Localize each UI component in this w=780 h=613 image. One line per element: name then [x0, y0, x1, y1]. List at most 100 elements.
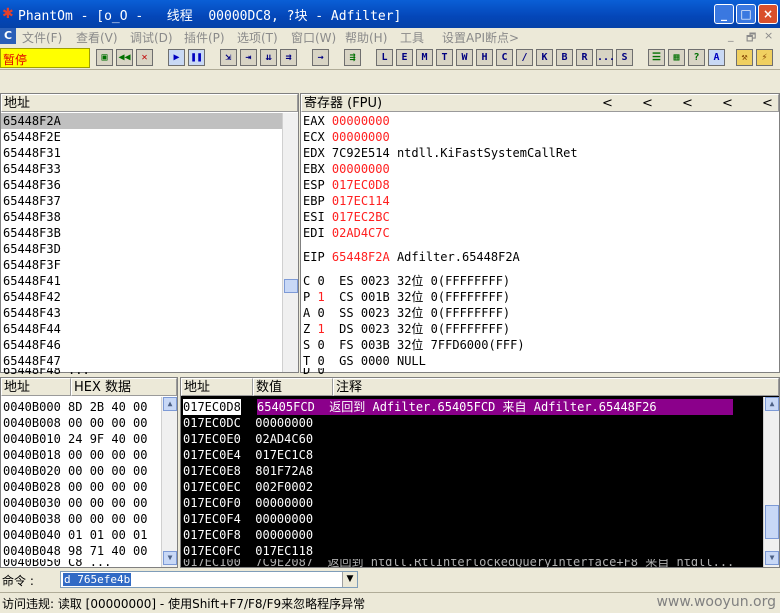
stack-row-selected-addr[interactable]: 017EC0D8 [183, 399, 241, 415]
stack-scrollbar[interactable]: ▲ ▼ [763, 397, 779, 567]
flag-row-p[interactable]: P 1 CS 001B 32位 0(FFFFFFFF) [303, 289, 510, 305]
scroll-up-icon[interactable]: ▲ [163, 397, 177, 411]
plugin-tool-1-icon[interactable]: ⚒ [736, 49, 753, 66]
dump-scrollbar[interactable]: ▲ ▼ [161, 397, 177, 567]
restart-icon[interactable]: ◀◀ [116, 49, 133, 66]
register-esi[interactable]: ESI 017EC2BC [303, 209, 390, 225]
disasm-row[interactable]: 65448F3F [3, 257, 61, 273]
flag-row-a[interactable]: A 0 SS 0023 32位 0(FFFFFFFF) [303, 305, 510, 321]
dump-row[interactable]: 0040B020 00 00 00 00 [3, 463, 148, 479]
stack-row[interactable]: 017EC0DC 00000000 [183, 415, 313, 431]
toolbar-btn-dots[interactable]: ... [596, 49, 615, 66]
list-icon[interactable]: ☰ [648, 49, 665, 66]
mdi-close-icon[interactable]: × [764, 29, 773, 42]
pause-icon[interactable]: ❚❚ [188, 49, 205, 66]
disasm-row[interactable]: 65448F47 [3, 353, 61, 369]
menu-set-api-breakpoint[interactable]: 设置API断点> [442, 29, 519, 46]
dump-row[interactable]: 0040B030 00 00 00 00 [3, 495, 148, 511]
close-button[interactable]: × [758, 4, 778, 24]
trace-over-icon[interactable]: ⇉ [280, 49, 297, 66]
scroll-down-icon[interactable]: ▼ [765, 551, 779, 565]
toolbar-btn-b[interactable]: B [556, 49, 573, 66]
stack-row[interactable]: 017EC0F4 00000000 [183, 511, 313, 527]
disasm-row[interactable]: 65448F46 [3, 337, 61, 353]
toolbar-btn-l[interactable]: L [376, 49, 393, 66]
mdi-minimize-icon[interactable]: _ [728, 29, 734, 42]
stack-row-selected[interactable]: 65405FCD 返回到 Adfilter.65405FCD 来自 Adfilt… [257, 399, 733, 415]
dump-row[interactable]: 0040B040 01 01 00 01 [3, 527, 148, 543]
toolbar-btn-e[interactable]: E [396, 49, 413, 66]
register-esp[interactable]: ESP 017EC0D8 [303, 177, 390, 193]
maximize-button[interactable]: □ [736, 4, 756, 24]
toolbar-btn-m[interactable]: M [416, 49, 433, 66]
stack-row[interactable]: 017EC0FC 017EC118 [183, 543, 313, 559]
disasm-row[interactable]: 65448F31 [3, 145, 61, 161]
register-ebx[interactable]: EBX 00000000 [303, 161, 390, 177]
disasm-row[interactable]: 65448F42 [3, 289, 61, 305]
dump-row[interactable]: 0040B018 00 00 00 00 [3, 447, 148, 463]
flag-row-t[interactable]: T 0 GS 0000 NULL [303, 353, 426, 369]
disasm-row[interactable]: 65448F44 [3, 321, 61, 337]
close-program-icon[interactable]: ✕ [136, 49, 153, 66]
register-edi[interactable]: EDI 02AD4C7C [303, 225, 390, 241]
grid-icon[interactable]: ▦ [668, 49, 685, 66]
dump-row[interactable]: 0040B028 00 00 00 00 [3, 479, 148, 495]
menu-tools[interactable]: 工具 [400, 29, 424, 46]
reg-arrow-icon[interactable]: < [602, 95, 613, 112]
execute-till-return-icon[interactable]: → [312, 49, 329, 66]
disasm-row[interactable]: 65448F41 [3, 273, 61, 289]
disasm-row[interactable]: 65448F38 [3, 209, 61, 225]
dump-row[interactable]: 0040B048 98 71 40 00 [3, 543, 148, 559]
scroll-down-icon[interactable]: ▼ [163, 551, 177, 565]
reg-arrow-icon[interactable]: < [682, 95, 693, 112]
register-edx[interactable]: EDX 7C92E514 ntdll.KiFastSystemCallRet [303, 145, 578, 161]
toolbar-btn-slash[interactable]: / [516, 49, 533, 66]
toolbar-btn-w[interactable]: W [456, 49, 473, 66]
disasm-scrollbar[interactable] [282, 113, 298, 372]
mdi-c-icon[interactable]: C [0, 28, 16, 44]
font-icon[interactable]: A [708, 49, 725, 66]
register-ecx[interactable]: ECX 00000000 [303, 129, 390, 145]
menu-options[interactable]: 选项(T) [237, 29, 278, 46]
toolbar-btn-s[interactable]: S [616, 49, 633, 66]
disasm-row[interactable]: 65448F33 [3, 161, 61, 177]
menu-plugins[interactable]: 插件(P) [184, 29, 225, 46]
minimize-button[interactable]: _ [714, 4, 734, 24]
goto-icon[interactable]: ⇶ [344, 49, 361, 66]
stack-row[interactable]: 017EC0F0 00000000 [183, 495, 313, 511]
dump-row[interactable]: 0040B038 00 00 00 00 [3, 511, 148, 527]
flag-row-z[interactable]: Z 1 DS 0023 32位 0(FFFFFFFF) [303, 321, 510, 337]
disasm-row[interactable]: 65448F37 [3, 193, 61, 209]
command-input[interactable]: d 765efe4b ▼ [60, 571, 358, 588]
register-ebp[interactable]: EBP 017EC114 [303, 193, 390, 209]
dump-row[interactable]: 0040B008 00 00 00 00 [3, 415, 148, 431]
reg-arrow-icon[interactable]: < [762, 95, 773, 112]
run-icon[interactable]: ▶ [168, 49, 185, 66]
disasm-row[interactable]: 65448F2E [3, 129, 61, 145]
stack-row[interactable]: 017EC0E0 02AD4C60 [183, 431, 313, 447]
toolbar-btn-c[interactable]: C [496, 49, 513, 66]
plugin-tool-2-icon[interactable]: ⚡ [756, 49, 773, 66]
flag-row-s[interactable]: S 0 FS 003B 32位 7FFD6000(FFF) [303, 337, 525, 353]
register-eax[interactable]: EAX 00000000 [303, 113, 390, 129]
reg-arrow-icon[interactable]: < [642, 95, 653, 112]
menu-help[interactable]: 帮助(H) [345, 29, 387, 46]
toolbar-btn-h[interactable]: H [476, 49, 493, 66]
disasm-row[interactable]: 65448F3B [3, 225, 61, 241]
help-icon[interactable]: ? [688, 49, 705, 66]
disasm-row[interactable]: 65448F36 [3, 177, 61, 193]
stack-row[interactable]: 017EC0E8 801F72A8 [183, 463, 313, 479]
stack-row[interactable]: 017EC0E4 017EC1C8 [183, 447, 313, 463]
toolbar-btn-t[interactable]: T [436, 49, 453, 66]
stack-row[interactable]: 017EC0EC 002F0002 [183, 479, 313, 495]
toolbar-btn-k[interactable]: K [536, 49, 553, 66]
step-into-icon[interactable]: ⇲ [220, 49, 237, 66]
reg-arrow-icon[interactable]: < [722, 95, 733, 112]
flag-row-c[interactable]: C 0 ES 0023 32位 0(FFFFFFFF) [303, 273, 510, 289]
stack-scroll-thumb[interactable] [765, 505, 779, 539]
disasm-row[interactable]: 65448F3D [3, 241, 61, 257]
disasm-scroll-thumb[interactable] [284, 279, 298, 293]
toolbar-btn-r[interactable]: R [576, 49, 593, 66]
scroll-up-icon[interactable]: ▲ [765, 397, 779, 411]
trace-into-icon[interactable]: ⇊ [260, 49, 277, 66]
